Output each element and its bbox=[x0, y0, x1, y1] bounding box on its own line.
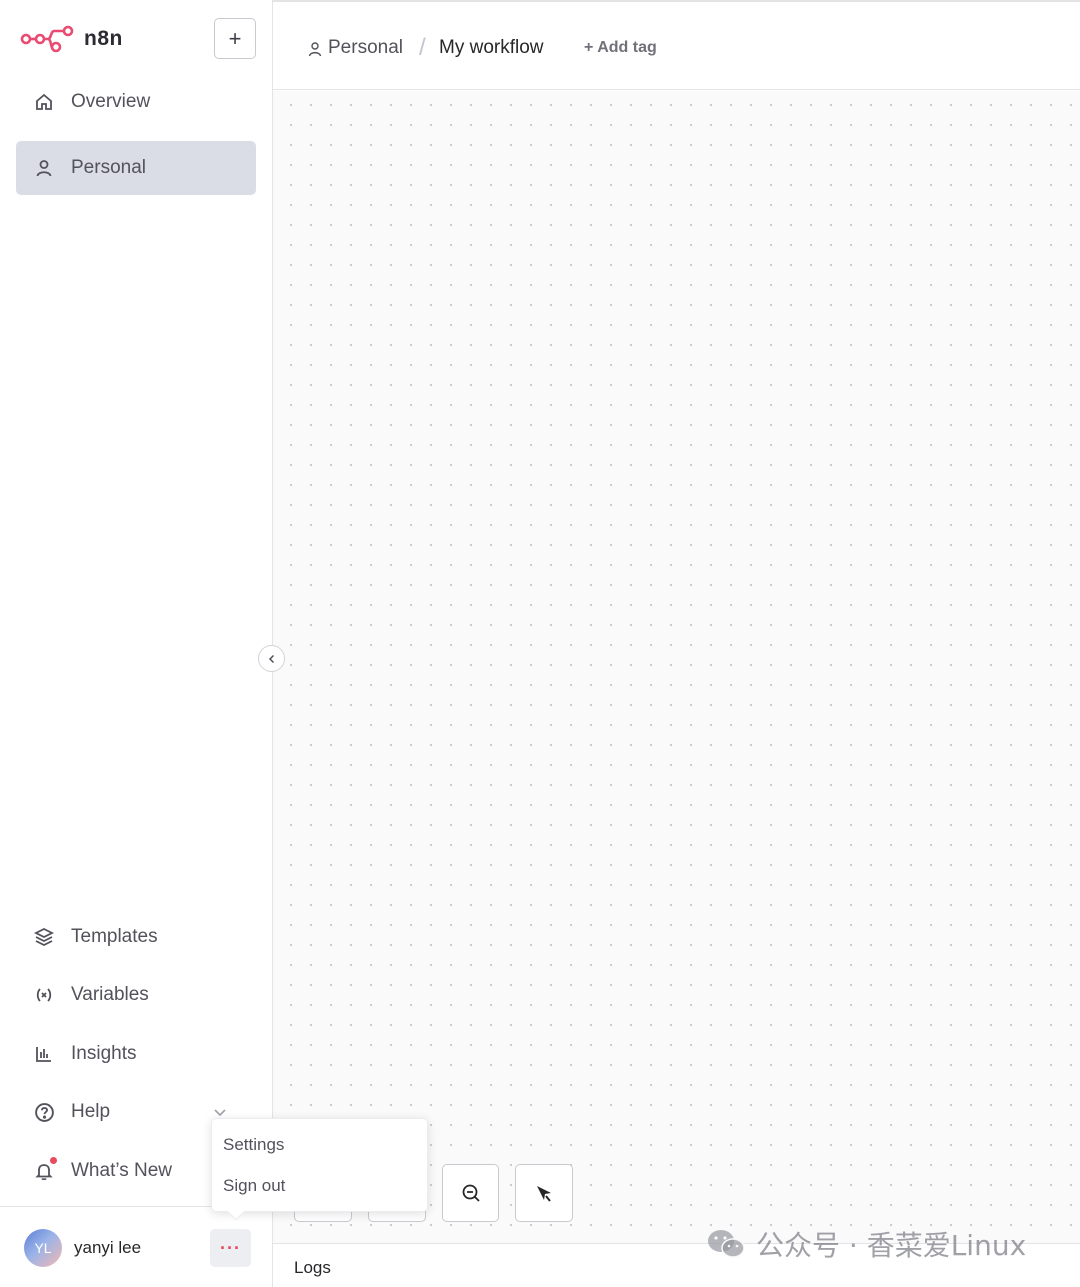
sidebar-item-label: Variables bbox=[71, 984, 149, 1005]
sidebar-item-variables[interactable]: Variables bbox=[16, 968, 256, 1022]
avatar[interactable]: YL bbox=[24, 1229, 62, 1267]
tidy-up-button[interactable] bbox=[515, 1164, 573, 1222]
sidebar-item-personal[interactable]: Personal bbox=[16, 141, 256, 195]
sidebar-item-label: Help bbox=[71, 1101, 111, 1122]
n8n-logo-icon bbox=[20, 25, 74, 53]
sidebar-item-label: Personal bbox=[71, 157, 146, 178]
box-icon bbox=[32, 925, 56, 949]
sidebar: n8n + Overview Personal Templates Variab… bbox=[0, 0, 273, 1287]
home-icon bbox=[32, 90, 56, 114]
sidebar-item-label: Templates bbox=[71, 926, 158, 947]
sidebar-item-label: What’s New bbox=[71, 1160, 173, 1181]
add-tag-button[interactable]: + Add tag bbox=[584, 39, 657, 57]
tidy-up-icon bbox=[537, 1186, 551, 1202]
user-area: YL yanyi lee ··· bbox=[0, 1206, 273, 1287]
create-new-button[interactable]: + bbox=[214, 18, 256, 59]
collapse-sidebar-button[interactable] bbox=[258, 645, 285, 672]
workflow-name[interactable]: My workflow bbox=[439, 37, 544, 59]
settings-menu-item[interactable]: Settings bbox=[223, 1135, 284, 1155]
app-name: n8n bbox=[84, 27, 123, 50]
help-circle-icon bbox=[32, 1100, 56, 1124]
chevron-left-icon bbox=[268, 654, 274, 663]
sidebar-item-templates[interactable]: Templates bbox=[16, 910, 256, 964]
zoom-out-icon bbox=[462, 1184, 480, 1202]
workflow-canvas[interactable] bbox=[273, 91, 1080, 1243]
sidebar-item-label: Overview bbox=[71, 91, 151, 112]
sidebar-item-overview[interactable]: Overview bbox=[16, 75, 256, 129]
zoom-out-button[interactable] bbox=[442, 1164, 499, 1222]
logs-label: Logs bbox=[294, 1258, 331, 1277]
bell-icon bbox=[32, 1157, 57, 1183]
workflow-header: Personal / My workflow + Add tag bbox=[273, 0, 1080, 90]
breadcrumb-separator: / bbox=[419, 34, 426, 61]
user-menu-button[interactable]: ··· bbox=[210, 1229, 251, 1267]
watermark-text: 公众号 · 香菜爱Linux bbox=[756, 1229, 1027, 1262]
user-menu-dropdown: Settings Sign out bbox=[211, 1118, 428, 1221]
notification-dot bbox=[50, 1157, 57, 1164]
breadcrumb-project[interactable]: Personal bbox=[328, 37, 403, 59]
sidebar-item-insights[interactable]: Insights bbox=[16, 1027, 256, 1081]
variable-icon bbox=[32, 983, 56, 1007]
user-icon bbox=[32, 156, 56, 180]
user-icon bbox=[308, 42, 322, 57]
sign-out-menu-item[interactable]: Sign out bbox=[223, 1176, 285, 1196]
wechat-icon bbox=[708, 1230, 745, 1258]
watermark: 公众号 · 香菜爱Linux bbox=[706, 1226, 1026, 1262]
bar-chart-icon bbox=[32, 1042, 56, 1066]
sidebar-item-label: Insights bbox=[71, 1043, 137, 1064]
user-name: yanyi lee bbox=[74, 1238, 142, 1257]
